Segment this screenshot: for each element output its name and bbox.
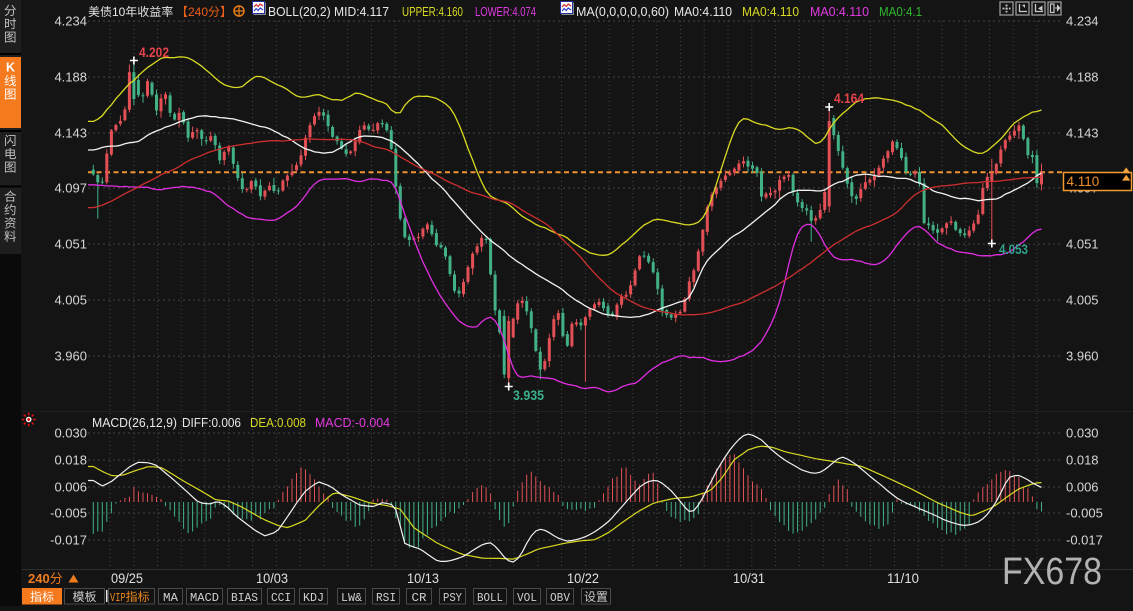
svg-text:FX678: FX678 (1002, 551, 1102, 593)
svg-text:MACD: MACD (190, 591, 219, 605)
svg-text:4.164: 4.164 (834, 91, 864, 106)
svg-text:MA0:4.110: MA0:4.110 (674, 5, 732, 19)
svg-text:4.143: 4.143 (54, 126, 87, 141)
svg-text:0.030: 0.030 (54, 426, 87, 441)
svg-text:4.110: 4.110 (1067, 174, 1100, 189)
svg-text:KDJ: KDJ (303, 591, 324, 605)
svg-text:4.202: 4.202 (139, 45, 169, 60)
svg-text:4.143: 4.143 (1066, 126, 1099, 141)
svg-text:MA: MA (163, 591, 179, 605)
svg-text:4.188: 4.188 (54, 70, 87, 85)
svg-text:0.030: 0.030 (1066, 426, 1099, 441)
svg-text:RSI: RSI (376, 591, 396, 605)
svg-text:-0.005: -0.005 (1066, 506, 1103, 521)
svg-text:DEA:0.008: DEA:0.008 (250, 416, 306, 430)
svg-text:VIP: VIP (110, 591, 126, 605)
svg-text:LW&: LW& (341, 591, 362, 605)
svg-text:4.051: 4.051 (1066, 237, 1099, 252)
svg-text:240: 240 (188, 5, 208, 19)
svg-text:11/10: 11/10 (887, 571, 919, 586)
svg-text:4.053: 4.053 (999, 242, 1028, 257)
svg-text:10/31: 10/31 (733, 571, 765, 586)
svg-text:MA(0,0,0,0,0,60): MA(0,0,0,0,0,60) (576, 5, 669, 19)
svg-text:4.188: 4.188 (1066, 70, 1099, 85)
svg-text:MA0:4.110: MA0:4.110 (810, 5, 869, 19)
svg-text:-0.017: -0.017 (50, 533, 87, 548)
svg-text:MA0:4.1: MA0:4.1 (879, 5, 922, 19)
svg-text:0.006: 0.006 (1066, 480, 1099, 495)
svg-text:UPPER:4.160: UPPER:4.160 (402, 5, 463, 19)
svg-text:0.018: 0.018 (1066, 453, 1099, 468)
svg-text:4.097: 4.097 (54, 181, 87, 196)
svg-text:4.005: 4.005 (54, 293, 87, 308)
svg-text:4.234: 4.234 (1066, 14, 1099, 29)
svg-text:10/22: 10/22 (567, 571, 599, 586)
svg-text:MA0:4.110: MA0:4.110 (742, 5, 799, 19)
svg-text:CR: CR (412, 591, 427, 605)
svg-text:MACD:-0.004: MACD:-0.004 (315, 416, 390, 430)
svg-text:DIFF:0.006: DIFF:0.006 (182, 416, 241, 430)
svg-text:LOWER:4.074: LOWER:4.074 (475, 5, 536, 19)
svg-text:-0.017: -0.017 (1066, 533, 1103, 548)
svg-text:K: K (6, 61, 15, 75)
svg-text:4.051: 4.051 (54, 237, 87, 252)
svg-text:VOL: VOL (517, 591, 537, 605)
svg-text:BIAS: BIAS (231, 591, 258, 605)
svg-text:MACD(26,12,9): MACD(26,12,9) (92, 416, 177, 430)
svg-text:3.935: 3.935 (513, 388, 544, 403)
svg-text:OBV: OBV (550, 591, 571, 605)
svg-text:09/25: 09/25 (111, 571, 143, 586)
svg-text:BOLL(20,2) MID:4.117: BOLL(20,2) MID:4.117 (268, 5, 389, 19)
svg-text:4.005: 4.005 (1066, 293, 1099, 308)
svg-text:3.960: 3.960 (1066, 349, 1099, 364)
svg-text:PSY: PSY (443, 591, 462, 605)
svg-text:0.018: 0.018 (54, 453, 87, 468)
svg-text:CCI: CCI (271, 591, 291, 605)
svg-text:10/03: 10/03 (256, 571, 288, 586)
svg-text:3.960: 3.960 (54, 349, 87, 364)
svg-text:0.006: 0.006 (54, 480, 87, 495)
svg-text:10/13: 10/13 (407, 571, 439, 586)
svg-text:BOLL: BOLL (477, 591, 503, 605)
svg-text:4.234: 4.234 (54, 14, 87, 29)
svg-text:10: 10 (112, 5, 126, 19)
svg-text:-0.005: -0.005 (50, 506, 87, 521)
svg-text:240: 240 (28, 571, 50, 586)
